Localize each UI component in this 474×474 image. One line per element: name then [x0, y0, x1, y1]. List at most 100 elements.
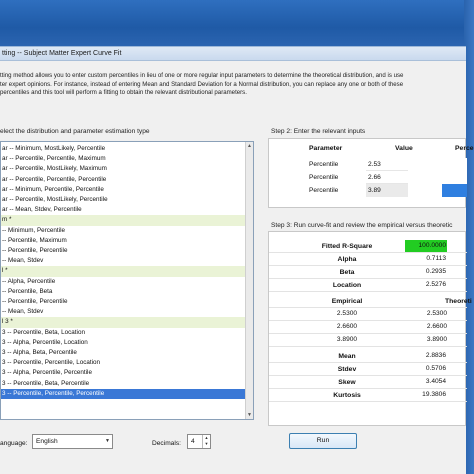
- stat-row: Kurtosis 19.3806: [269, 389, 467, 402]
- decimals-label: Decimals:: [152, 440, 181, 447]
- list-group-header[interactable]: l 3 *: [1, 317, 247, 328]
- input-row: Percentile 3.89: [269, 184, 467, 197]
- decimals-stepper[interactable]: 4 ▲ ▼: [187, 434, 211, 449]
- list-item[interactable]: ar -- Percentile, MostLikely, Percentile: [1, 195, 247, 205]
- stat-value: 19.3806: [422, 391, 446, 398]
- stat-row: Skew 3.4054: [269, 376, 467, 389]
- title-bar[interactable]: tting -- Subject Matter Expert Curve Fit: [0, 47, 466, 61]
- list-item[interactable]: ar -- Minimum, Percentile, Percentile: [1, 185, 247, 195]
- parameter-name: Percentile: [309, 161, 339, 168]
- list-scrollbar[interactable]: ▲ ▼: [245, 142, 253, 419]
- list-item[interactable]: 3 -- Percentile, Beta, Location: [1, 328, 247, 338]
- scroll-up-icon[interactable]: ▲: [246, 142, 253, 150]
- description-line-3: percentiles and this tool will perform a…: [0, 89, 247, 96]
- list-item[interactable]: 3 -- Alpha, Beta, Percentile: [1, 348, 247, 358]
- list-item[interactable]: -- Mean, Stdev: [1, 256, 247, 266]
- percentile-input[interactable]: [442, 171, 467, 184]
- parameter-header: Parameter: [309, 145, 343, 152]
- theoretical-value: 2.6600: [426, 323, 447, 330]
- list-item[interactable]: 3 -- Alpha, Percentile, Location: [1, 338, 247, 348]
- fitted-r-square-label: Fitted R-Square: [321, 243, 373, 250]
- list-group-header[interactable]: l *: [1, 266, 247, 277]
- list-item[interactable]: ar -- Minimum, MostLikely, Percentile: [1, 144, 247, 154]
- list-item[interactable]: ar -- Percentile, Percentile, Percentile: [1, 175, 247, 185]
- empirical-value: 3.8900: [336, 336, 358, 343]
- param-value: 0.2935: [425, 268, 446, 275]
- list-group-header[interactable]: m *: [1, 215, 247, 226]
- list-item[interactable]: -- Percentile, Percentile: [1, 246, 247, 256]
- list-item[interactable]: 3 -- Alpha, Percentile, Percentile: [1, 368, 247, 378]
- fitted-r-square-row: Fitted R-Square 100.0000: [269, 240, 467, 253]
- param-label: Beta: [339, 269, 355, 276]
- inputs-table: Parameter Value Perce Percentile 2.53 Pe…: [268, 138, 474, 208]
- window-title: tting -- Subject Matter Expert Curve Fit: [2, 50, 122, 57]
- param-row: Alpha 0.7113: [269, 253, 467, 266]
- description-line-1: tting method allows you to enter custom …: [0, 72, 404, 79]
- compare-row: 2.5300 2.5300: [269, 308, 467, 321]
- results-table: Fitted R-Square 100.0000 Alpha 0.7113 Be…: [268, 231, 472, 426]
- desktop-glass-top: [0, 0, 474, 46]
- language-value: English: [36, 438, 58, 445]
- list-item[interactable]: -- Minimum, Percentile: [1, 226, 247, 236]
- list-item[interactable]: 3 -- Percentile, Percentile, Location: [1, 358, 247, 368]
- decimals-value: 4: [191, 438, 195, 445]
- param-label: Alpha: [337, 256, 357, 263]
- language-select[interactable]: English ▼: [32, 434, 113, 449]
- fitted-r-square-value: 100.0000: [405, 240, 447, 252]
- list-item[interactable]: -- Percentile, Percentile: [1, 297, 247, 307]
- step3-label: Step 3: Run curve-fit and review the emp…: [271, 222, 453, 229]
- description-text: tting method allows you to enter custom …: [0, 72, 466, 98]
- list-item[interactable]: -- Percentile, Beta: [1, 287, 247, 297]
- description-line-2: ter expert opinions. For instance, inste…: [0, 80, 404, 88]
- stat-row: Mean 2.8836: [269, 350, 467, 363]
- value-input[interactable]: 2.66: [366, 171, 408, 184]
- language-label: anguage:: [0, 440, 28, 447]
- stat-label: Mean: [338, 353, 356, 360]
- input-row: Percentile 2.66: [269, 171, 467, 184]
- param-label: Location: [332, 282, 362, 289]
- list-item[interactable]: ar -- Percentile, MostLikely, Maximum: [1, 164, 247, 174]
- chevron-down-icon[interactable]: ▼: [105, 435, 110, 448]
- list-item[interactable]: -- Percentile, Maximum: [1, 236, 247, 246]
- step2-label: Step 2: Enter the relevant inputs: [271, 128, 366, 135]
- value-input[interactable]: 3.89: [366, 184, 408, 197]
- param-row: Beta 0.2935: [269, 266, 467, 279]
- percentile-input-selected[interactable]: [442, 184, 467, 197]
- list-item[interactable]: ar -- Mean, Stdev, Percentile: [1, 205, 247, 215]
- parameter-name: Percentile: [309, 174, 339, 181]
- theoretical-value: 2.5300: [426, 310, 447, 317]
- stat-row: Stdev 0.5706: [269, 363, 467, 376]
- spin-arrows-icon[interactable]: ▲ ▼: [202, 435, 210, 448]
- theoretical-header: Theoreti: [445, 298, 472, 305]
- value-input[interactable]: 2.53: [366, 158, 408, 171]
- param-row: Location 2.5276: [269, 279, 467, 292]
- stat-value: 2.8836: [425, 352, 446, 359]
- stat-label: Kurtosis: [333, 392, 361, 399]
- theoretical-value: 3.8900: [426, 336, 447, 343]
- list-item[interactable]: -- Alpha, Percentile: [1, 277, 247, 287]
- percentile-header: Perce: [455, 145, 474, 152]
- value-header: Value: [395, 145, 413, 152]
- input-row: Percentile 2.53: [269, 158, 467, 171]
- param-value: 0.7113: [426, 255, 446, 262]
- list-item[interactable]: -- Mean, Stdev: [1, 307, 247, 317]
- compare-row: 2.6600 2.6600: [269, 321, 467, 334]
- compare-row: 3.8900 3.8900: [269, 334, 467, 347]
- distribution-list[interactable]: ar -- Minimum, MostLikely, Percentile ar …: [0, 141, 254, 420]
- parameter-name: Percentile: [309, 187, 339, 194]
- empirical-value: 2.6600: [336, 323, 358, 330]
- run-button[interactable]: Run: [289, 433, 357, 449]
- param-value: 2.5276: [425, 281, 446, 288]
- stat-value: 0.5706: [425, 365, 446, 372]
- step1-label: elect the distribution and parameter est…: [0, 128, 150, 135]
- list-item[interactable]: ar -- Percentile, Percentile, Maximum: [1, 154, 247, 164]
- percentile-input[interactable]: [442, 158, 467, 171]
- list-item[interactable]: 3 -- Percentile, Beta, Percentile: [1, 379, 247, 389]
- scroll-down-icon[interactable]: ▼: [246, 411, 253, 419]
- stat-label: Skew: [338, 379, 356, 386]
- stat-label: Stdev: [337, 366, 357, 373]
- list-item-selected[interactable]: 3 -- Percentile, Percentile, Percentile: [1, 388, 247, 399]
- stat-value: 3.4054: [425, 378, 446, 385]
- compare-header-row: Empirical Theoreti: [269, 295, 472, 308]
- empirical-header: Empirical: [331, 298, 363, 305]
